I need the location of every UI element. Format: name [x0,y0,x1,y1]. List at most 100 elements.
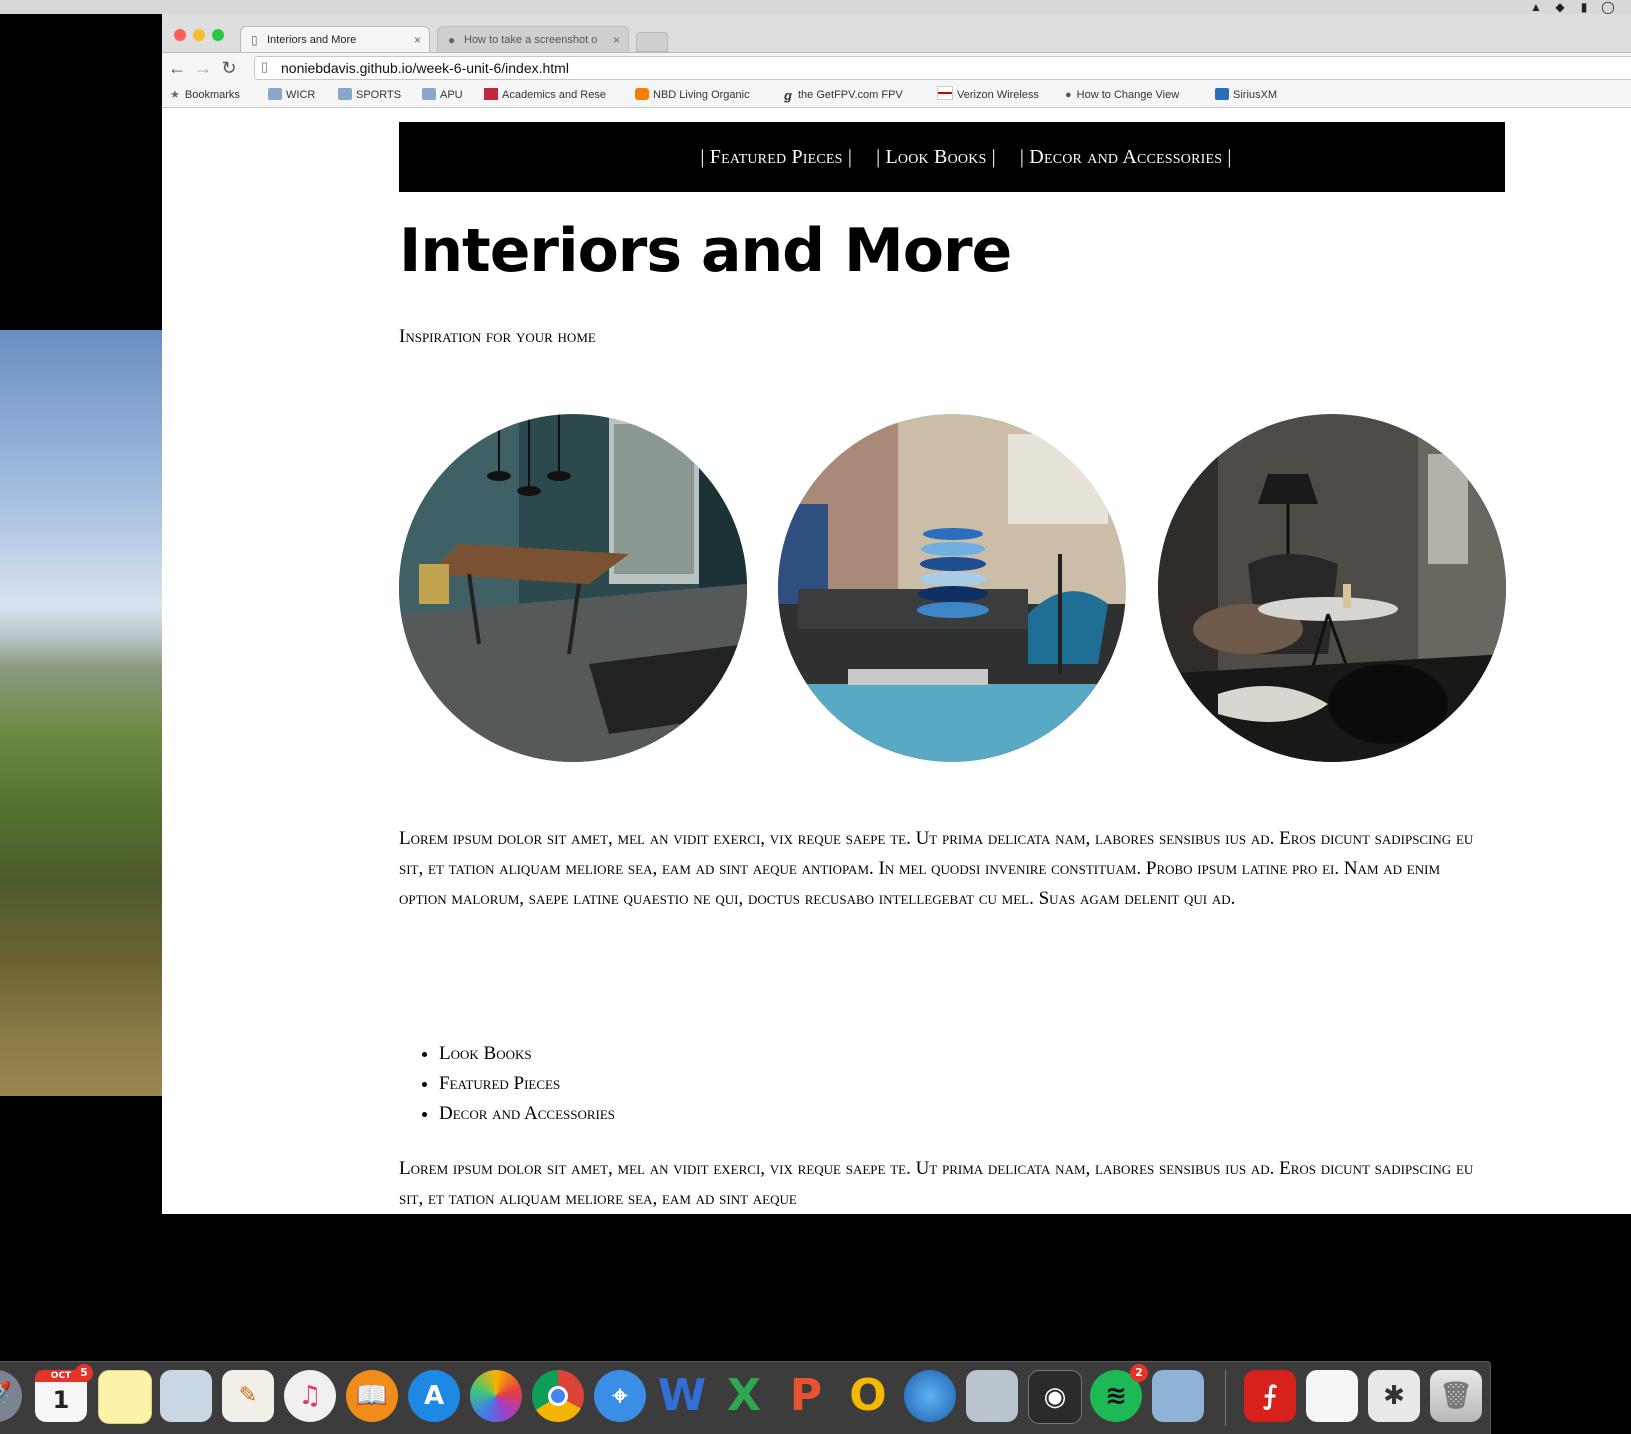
dock-separator [1225,1370,1226,1426]
app-store-icon[interactable]: A [408,1370,460,1422]
nav-featured-pieces[interactable]: | Featured Pieces | [700,146,852,169]
dining-room-image [399,414,747,762]
siriusxm-icon [1215,88,1229,100]
spotlight-icon[interactable]: ◯ [1601,0,1615,14]
close-tab-icon[interactable]: × [613,27,620,53]
list-item-look-books: Look Books [439,1039,615,1069]
tab-bar: ▯ Interiors and More × ● How to take a s… [162,14,1631,53]
browser-window: ▯ Interiors and More × ● How to take a s… [162,14,1631,1214]
apple-icon: ● [448,33,456,47]
bookmarks-bar: ★ Bookmarks WICR SPORTS APU Academics and… [162,83,1631,108]
tab-interiors-and-more[interactable]: ▯ Interiors and More × [240,26,430,52]
chrome-icon[interactable] [532,1370,584,1422]
bookmark-apu[interactable]: APU [422,83,463,107]
bookmark-label: Academics and Rese [502,89,606,101]
living-room-image [778,414,1126,762]
blogger-icon [635,88,649,100]
list-item-decor-accessories: Decor and Accessories [439,1099,615,1129]
ibooks-icon[interactable]: 📖 [346,1370,398,1422]
preview-icon[interactable] [160,1370,212,1422]
bookmark-label: SiriusXM [1233,89,1278,101]
nav-look-books[interactable]: | Look Books | [876,146,996,169]
apple-icon: ● [1065,89,1072,101]
notes-icon[interactable] [98,1370,152,1424]
network-globe-icon[interactable] [904,1370,956,1422]
trash-icon[interactable]: 🗑 [1430,1370,1482,1422]
outlook-icon[interactable]: O [842,1370,894,1422]
calendar-badge: 5 [75,1364,93,1382]
tab-screenshot-howto[interactable]: ● How to take a screenshot o × [437,26,629,52]
page-tagline: Inspiration for your home [399,326,596,347]
bookmark-label: Verizon Wireless [957,89,1039,101]
apu-logo-icon [484,88,498,100]
photos-icon[interactable] [470,1370,522,1422]
remote-desktop-icon[interactable] [966,1370,1018,1422]
tab-label: How to take a screenshot o [464,34,598,46]
calendar-icon[interactable]: OCT 1 5 [35,1364,93,1422]
app-menu-icon[interactable]: ▮ [1577,0,1591,14]
bookmark-label: SPORTS [356,89,402,101]
getfpv-icon: g [784,88,792,103]
intro-paragraph: Lorem ipsum dolor sit amet, mel an vidit… [399,828,1474,909]
forward-icon[interactable]: → [192,57,214,79]
launchpad-icon[interactable]: 🚀 [0,1370,22,1422]
dock: 🚀 OCT 1 5 ✎ ♫ 📖 A ⌖ W X P O ◉ ≋ 2 ⨍ ✱ 🗑 [0,1361,1491,1434]
word-icon[interactable]: W [656,1370,708,1422]
star-icon: ★ [170,89,180,101]
document-icon[interactable] [1306,1370,1358,1422]
list-item-featured-pieces: Featured Pieces [439,1069,615,1099]
bookmark-label: Bookmarks [184,89,240,101]
lounge-image [1158,414,1506,762]
folder-icon [338,88,352,100]
verizon-icon [937,86,953,100]
itunes-icon[interactable]: ♫ [284,1370,336,1422]
acrobat-icon[interactable]: ⨍ [1244,1370,1296,1422]
bookmark-sports[interactable]: SPORTS [338,83,401,107]
bookmark-siriusxm[interactable]: SiriusXM [1215,83,1277,107]
bookmark-wicr[interactable]: WICR [268,83,315,107]
second-paragraph: Lorem ipsum dolor sit amet, mel an vidit… [399,1158,1474,1209]
desktop-wallpaper [0,330,162,1096]
bookmarks-menu[interactable]: ★ Bookmarks [170,83,240,107]
safari-icon[interactable]: ⌖ [594,1370,646,1422]
close-tab-icon[interactable]: × [414,27,421,53]
minimize-window-button[interactable] [193,29,205,41]
page-title: Interiors and More [399,216,1012,286]
menu-bar: ▲ ◆ ▮ ◯ [0,0,1631,14]
folder-icon [422,88,436,100]
calendar-day: 1 [52,1386,70,1414]
drive-icon[interactable]: ▲ [1529,0,1543,14]
bookmark-label: APU [440,89,463,101]
spotify-icon[interactable]: ≋ 2 [1090,1364,1148,1422]
excel-icon[interactable]: X [718,1370,770,1422]
dropbox-icon[interactable]: ◆ [1553,0,1567,14]
tab-label: Interiors and More [267,34,357,46]
bookmark-nbd-living[interactable]: NBD Living Organic [635,83,750,107]
powerpoint-icon[interactable]: P [780,1370,832,1422]
bookmark-label: WICR [286,89,316,101]
close-window-button[interactable] [174,29,186,41]
bookmark-label: the GetFPV.com FPV [798,89,903,101]
page-icon: ▯ [261,59,269,74]
bookmark-change-view[interactable]: ● How to Change View [1065,83,1179,107]
bookmark-academics[interactable]: Academics and Rese [484,83,606,107]
zoom-window-button[interactable] [212,29,224,41]
address-bar[interactable]: ▯ noniebdavis.github.io/week-6-unit-6/in… [254,56,1631,80]
image-capture-icon[interactable] [1152,1370,1204,1422]
url-text[interactable]: noniebdavis.github.io/week-6-unit-6/inde… [281,57,569,80]
bookmark-verizon[interactable]: Verizon Wireless [937,83,1039,107]
folder-icon [268,88,282,100]
nav-decor-accessories[interactable]: | Decor and Accessories | [1020,146,1232,169]
back-icon[interactable]: ← [166,57,188,79]
bee-icon[interactable]: ✱ [1368,1370,1420,1422]
bookmark-label: How to Change View [1076,89,1180,101]
page-icon: ▯ [251,33,258,47]
bookmark-getfpv[interactable]: g the GetFPV.com FPV [784,83,903,107]
new-tab-button[interactable] [636,32,668,52]
site-navigation: | Featured Pieces | | Look Books | | Dec… [399,122,1505,192]
disk-utility-icon[interactable]: ◉ [1028,1370,1082,1424]
spotify-badge: 2 [1130,1364,1148,1382]
reload-icon[interactable]: ↻ [218,57,240,79]
section-list: Look Books Featured Pieces Decor and Acc… [399,1039,615,1129]
pages-icon[interactable]: ✎ [222,1370,274,1422]
